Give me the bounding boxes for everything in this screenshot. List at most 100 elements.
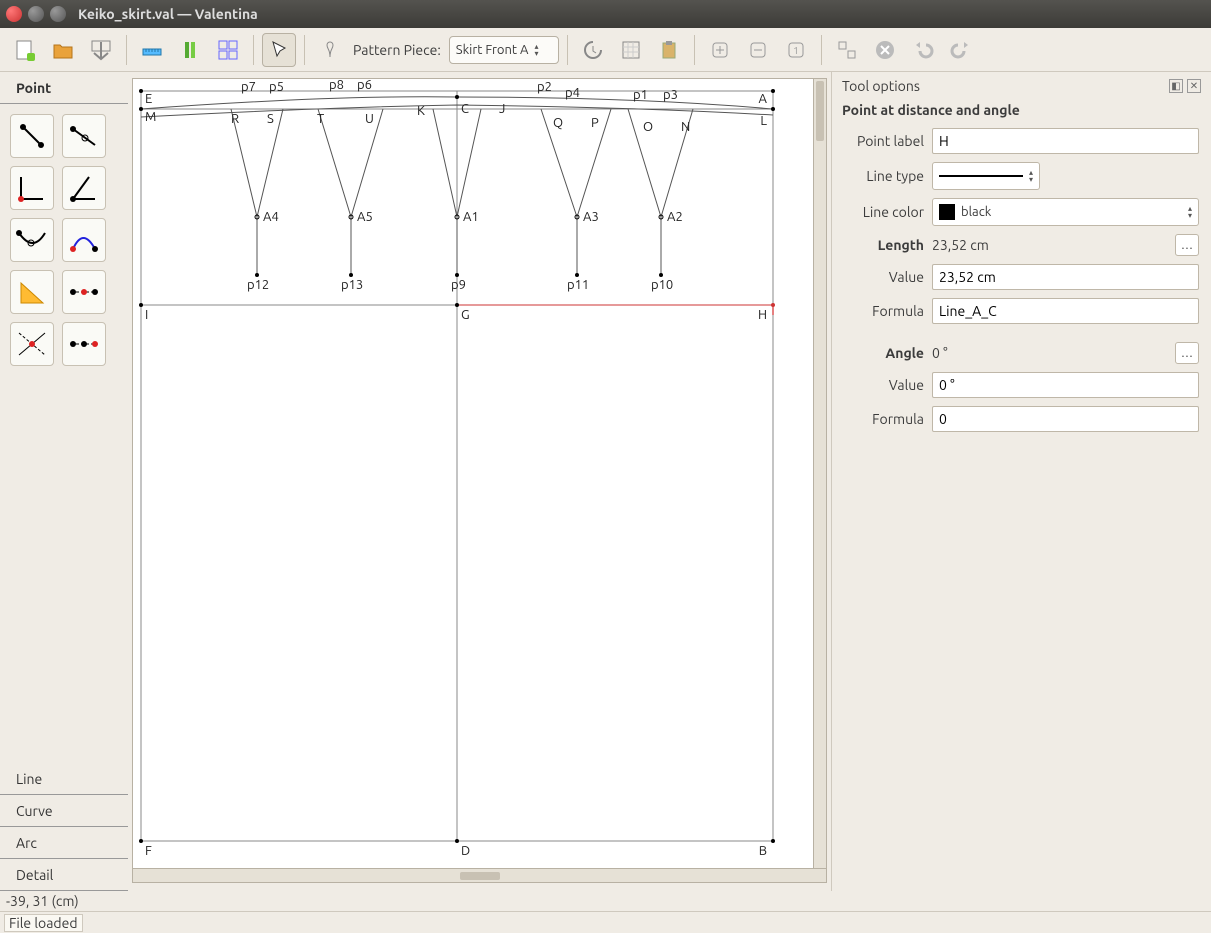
svg-text:H: H	[758, 308, 767, 322]
tool-shoulder[interactable]	[10, 218, 54, 262]
tool-along-line[interactable]	[62, 114, 106, 158]
svg-text:M: M	[145, 110, 156, 124]
svg-text:p1: p1	[633, 88, 648, 102]
drawing-canvas[interactable]: E M A L p7 p5 p8 p6 p2 p4 p1 p3 R S T U	[132, 78, 827, 869]
table-button[interactable]	[614, 33, 648, 67]
window-close-button[interactable]	[6, 6, 22, 22]
measurements-button[interactable]	[135, 33, 169, 67]
length-value-input[interactable]	[932, 264, 1199, 290]
svg-text:J: J	[499, 102, 505, 116]
tool-bisector[interactable]	[62, 166, 106, 210]
length-label: Length	[844, 237, 924, 253]
redo-button[interactable]	[944, 33, 978, 67]
angle-formula-label: Formula	[844, 411, 924, 427]
tool-height[interactable]	[62, 322, 106, 366]
angle-formula-input[interactable]	[932, 406, 1199, 432]
svg-text:N: N	[681, 120, 690, 134]
pattern-piece-select[interactable]: Skirt Front A ▴▾	[449, 36, 559, 64]
tool-point-of-contact[interactable]	[62, 218, 106, 262]
svg-text:L: L	[760, 114, 767, 128]
horizontal-scrollbar[interactable]	[132, 869, 827, 883]
svg-text:p2: p2	[537, 80, 552, 94]
zoom-original-button[interactable]	[830, 33, 864, 67]
line-type-select[interactable]: ▴▾	[932, 162, 1040, 190]
status-message-bar: File loaded	[0, 911, 1211, 933]
cursor-coordinates: -39, 31 (cm)	[6, 893, 79, 909]
angle-value-label: Value	[844, 377, 924, 393]
point-label-input[interactable]	[932, 128, 1199, 154]
new-file-button[interactable]	[8, 33, 42, 67]
panel-undock-button[interactable]: ◧	[1169, 79, 1183, 93]
svg-text:R: R	[231, 112, 239, 126]
point-tool-grid	[0, 104, 128, 376]
svg-text:T: T	[317, 112, 324, 126]
svg-text:1: 1	[793, 45, 799, 56]
svg-text:p4: p4	[565, 86, 580, 100]
svg-text:p10: p10	[651, 278, 673, 292]
window-minimize-button[interactable]	[28, 6, 44, 22]
window-maximize-button[interactable]	[50, 6, 66, 22]
svg-text:p12: p12	[247, 278, 269, 292]
status-message: File loaded	[4, 914, 83, 932]
svg-text:E: E	[145, 92, 152, 106]
zoom-in-button[interactable]	[703, 33, 737, 67]
tool-endpoint[interactable]	[10, 114, 54, 158]
svg-text:I: I	[145, 308, 148, 322]
history-button[interactable]	[576, 33, 610, 67]
svg-text:A1: A1	[463, 210, 479, 224]
left-tool-panel: Point Line Curve Arc Detail	[0, 72, 128, 891]
main-toolbar: Pattern Piece: Skirt Front A ▴▾ 1	[0, 28, 1211, 72]
svg-text:A2: A2	[667, 210, 683, 224]
stop-button[interactable]	[868, 33, 902, 67]
svg-text:P: P	[591, 116, 599, 130]
undo-button[interactable]	[906, 33, 940, 67]
clipboard-button[interactable]	[652, 33, 686, 67]
save-file-button[interactable]	[84, 33, 118, 67]
tool-point-intersection[interactable]	[62, 270, 106, 314]
line-type-label: Line type	[844, 168, 924, 184]
zoom-out-button[interactable]	[741, 33, 775, 67]
svg-text:p6: p6	[357, 79, 372, 92]
angle-formula-edit-button[interactable]: …	[1175, 342, 1199, 364]
section-title: Point at distance and angle	[832, 98, 1211, 128]
angle-value-input[interactable]	[932, 372, 1199, 398]
pattern-piece-value: Skirt Front A	[456, 43, 529, 57]
tab-line[interactable]: Line	[0, 763, 128, 795]
svg-text:G: G	[461, 308, 470, 322]
pointer-tool-button[interactable]	[262, 33, 296, 67]
svg-text:U: U	[365, 112, 374, 126]
tool-triangle[interactable]	[10, 270, 54, 314]
svg-text:Q: Q	[553, 116, 563, 130]
tool-normal[interactable]	[10, 166, 54, 210]
tab-arc[interactable]: Arc	[0, 827, 128, 859]
angle-display: 0 °	[932, 345, 1167, 361]
zoom-fit-button[interactable]: 1	[779, 33, 813, 67]
length-formula-edit-button[interactable]: …	[1175, 234, 1199, 256]
svg-text:p7: p7	[241, 80, 256, 94]
line-color-select[interactable]: black▴▾	[932, 198, 1199, 226]
svg-text:p11: p11	[567, 278, 589, 292]
line-color-label: Line color	[844, 204, 924, 220]
point-label-label: Point label	[844, 133, 924, 149]
canvas-area: E M A L p7 p5 p8 p6 p2 p4 p1 p3 R S T U	[128, 72, 831, 891]
panel-close-button[interactable]: ✕	[1187, 79, 1201, 93]
status-bar: -39, 31 (cm)	[0, 891, 1211, 911]
svg-text:A3: A3	[583, 210, 599, 224]
window-title: Keiko_skirt.val — Valentina	[78, 6, 258, 22]
tool-line-intersect[interactable]	[10, 322, 54, 366]
svg-text:p3: p3	[663, 88, 678, 102]
tab-curve[interactable]: Curve	[0, 795, 128, 827]
tab-point[interactable]: Point	[0, 72, 128, 104]
pattern-pieces-button[interactable]	[173, 33, 207, 67]
open-file-button[interactable]	[46, 33, 80, 67]
length-value-label: Value	[844, 269, 924, 285]
mannequin-icon[interactable]	[313, 33, 347, 67]
angle-label: Angle	[844, 345, 924, 361]
length-formula-input[interactable]	[932, 298, 1199, 324]
vertical-scrollbar[interactable]	[813, 78, 827, 869]
layout-button[interactable]	[211, 33, 245, 67]
length-formula-label: Formula	[844, 303, 924, 319]
svg-text:O: O	[643, 120, 653, 134]
title-bar: Keiko_skirt.val — Valentina	[0, 0, 1211, 28]
tab-detail[interactable]: Detail	[0, 859, 128, 891]
